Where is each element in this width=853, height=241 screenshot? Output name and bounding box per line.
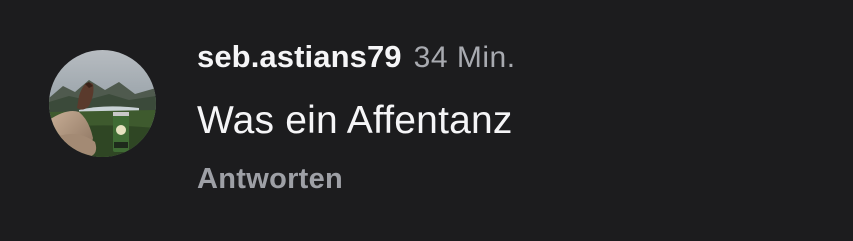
avatar-photo-icon: [49, 50, 156, 157]
reply-button[interactable]: Antworten: [197, 163, 343, 196]
comment-text: Was ein Affentanz: [197, 99, 513, 142]
comment-header: seb.astians79 34 Min.: [197, 39, 516, 85]
username-link[interactable]: seb.astians79: [197, 39, 402, 75]
comment-timestamp: 34 Min.: [413, 41, 516, 74]
comment-item: seb.astians79 34 Min. Was ein Affentanz …: [0, 0, 853, 241]
avatar[interactable]: [49, 50, 156, 157]
